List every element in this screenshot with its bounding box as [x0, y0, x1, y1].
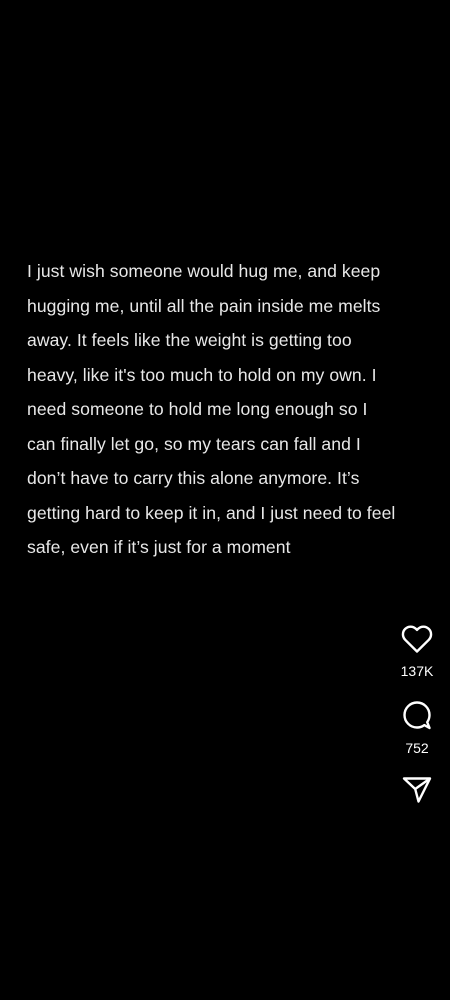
post-container: I just wish someone would hug me, and ke… [0, 0, 450, 1000]
comment-icon[interactable] [401, 699, 433, 731]
like-button[interactable]: 137K [400, 624, 434, 679]
send-icon[interactable] [402, 776, 432, 804]
comment-count: 752 [405, 740, 429, 756]
heart-icon[interactable] [401, 624, 433, 654]
like-count: 137K [400, 663, 434, 679]
post-caption: I just wish someone would hug me, and ke… [27, 261, 396, 557]
share-button[interactable] [402, 776, 432, 804]
action-bar: 137K 752 [392, 624, 442, 804]
comment-button[interactable]: 752 [401, 699, 433, 756]
